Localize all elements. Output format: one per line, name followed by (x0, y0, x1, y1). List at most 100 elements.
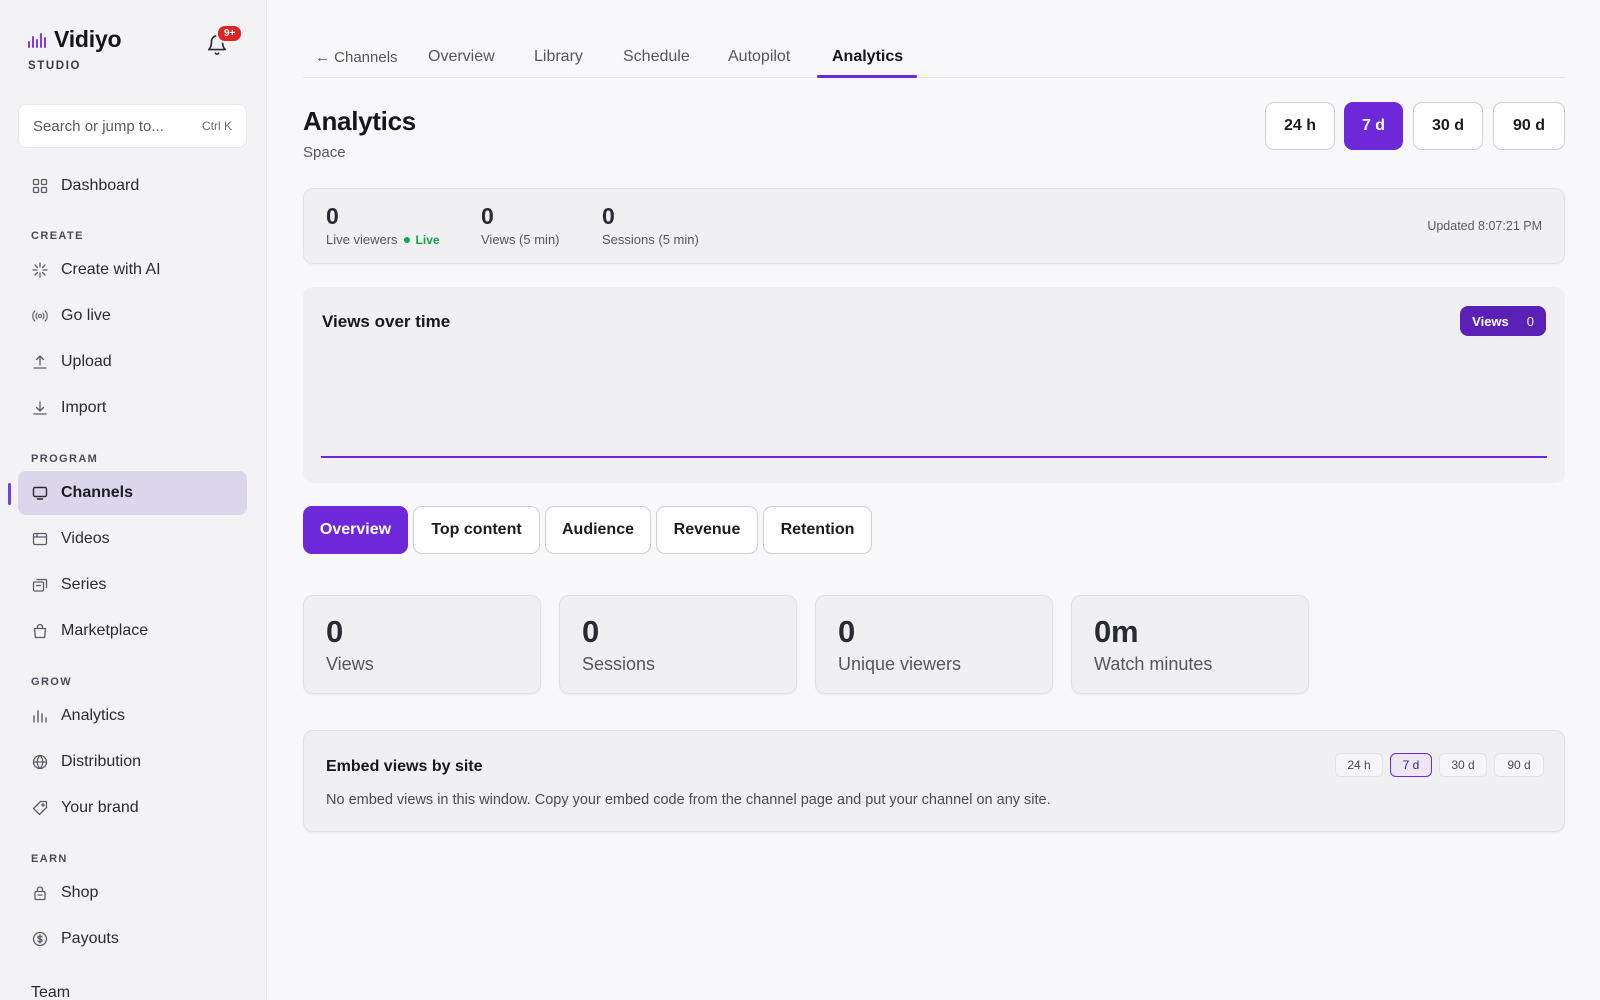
tab-schedule[interactable]: Schedule (623, 48, 690, 66)
tag-icon (32, 800, 48, 816)
sidebar-item-series[interactable]: Series (18, 563, 247, 607)
bar-chart-icon (32, 708, 48, 724)
kpi-value: 0m (1094, 614, 1139, 649)
range-90d-button[interactable]: 90 d (1493, 102, 1565, 150)
brand-name: Vidiyo (54, 26, 122, 52)
sidebar-item-payouts[interactable]: Payouts (18, 917, 247, 961)
views-over-time-card: Views over time Views 0 (303, 287, 1565, 483)
grid-icon (32, 178, 48, 194)
subtab-top-content[interactable]: Top content (413, 506, 540, 554)
sidebar-item-label: Shop (61, 884, 99, 901)
sidebar: Vidiyo STUDIO 9+ Search or jump to... Ct… (0, 0, 267, 1000)
live-viewers-label: Live viewers (326, 232, 398, 247)
kpi-unique-viewers: 0 Unique viewers (815, 595, 1053, 694)
kpi-sessions: 0 Sessions (559, 595, 797, 694)
sidebar-item-label: Series (61, 576, 107, 593)
kpi-watch-minutes: 0m Watch minutes (1071, 595, 1309, 694)
series-count: 0 (1526, 313, 1534, 329)
sessions-5min-label: Sessions (5 min) (602, 232, 699, 247)
sidebar-item-upload[interactable]: Upload (18, 340, 247, 384)
kpi-value: 0 (326, 614, 343, 649)
chart-series-toggle[interactable]: Views 0 (1460, 306, 1546, 336)
section-label-create: CREATE (31, 230, 84, 242)
download-icon (32, 400, 48, 416)
live-status: Live (415, 232, 440, 247)
sidebar-item-channels[interactable]: Channels (18, 471, 247, 515)
views-5min-value: 0 (481, 203, 494, 229)
film-icon (32, 531, 48, 547)
range-30d-button[interactable]: 30 d (1413, 102, 1483, 150)
stack-icon (32, 577, 48, 593)
sparkle-icon (32, 262, 48, 278)
sidebar-item-team[interactable]: Team (18, 971, 247, 1000)
sidebar-item-your-brand[interactable]: Your brand (18, 786, 247, 830)
sidebar-item-label: Videos (61, 530, 110, 547)
back-to-channels-link[interactable]: ← Channels (315, 49, 398, 66)
embed-range-7d[interactable]: 7 d (1390, 753, 1432, 777)
sidebar-item-label: Distribution (61, 753, 142, 770)
subtab-audience[interactable]: Audience (545, 506, 651, 554)
tab-analytics[interactable]: Analytics (832, 48, 903, 66)
kpi-label: Views (326, 654, 374, 674)
sidebar-item-label: Marketplace (61, 622, 149, 639)
sidebar-item-go-live[interactable]: Go live (18, 294, 247, 338)
section-label-program: PROGRAM (31, 453, 99, 465)
embed-range-90d[interactable]: 90 d (1494, 753, 1544, 777)
sidebar-item-import[interactable]: Import (18, 386, 247, 430)
sidebar-item-analytics[interactable]: Analytics (18, 694, 247, 738)
tab-autopilot[interactable]: Autopilot (728, 48, 790, 66)
embed-empty-message: No embed views in this window. Copy your… (326, 792, 1051, 808)
live-stats-card: 0 Live viewers Live 0 Views (5 min) 0 Se… (303, 188, 1565, 264)
bag-icon (32, 623, 48, 639)
live-viewers-value: 0 (326, 203, 339, 229)
views-5min-label: Views (5 min) (481, 232, 560, 247)
kpi-views: 0 Views (303, 595, 541, 694)
embed-range-30d[interactable]: 30 d (1439, 753, 1487, 777)
page-title: Analytics (303, 106, 416, 136)
brand-subtitle: STUDIO (28, 60, 82, 72)
sidebar-item-label: Import (61, 399, 107, 416)
chart-title: Views over time (322, 312, 451, 331)
globe-icon (32, 754, 48, 770)
sidebar-item-videos[interactable]: Videos (18, 517, 247, 561)
page-subtitle: Space (303, 144, 346, 161)
sidebar-item-label: Go live (61, 307, 111, 324)
section-label-earn: EARN (31, 853, 68, 865)
sidebar-item-shop[interactable]: Shop (18, 871, 247, 915)
brand[interactable]: Vidiyo (28, 26, 122, 53)
section-label-grow: GROW (31, 676, 73, 688)
range-7d-button[interactable]: 7 d (1344, 102, 1403, 150)
search-input[interactable]: Search or jump to... Ctrl K (18, 104, 247, 148)
brand-logo-icon (28, 32, 46, 48)
live-dot-icon (403, 236, 410, 243)
sidebar-item-dashboard[interactable]: Dashboard (18, 164, 247, 208)
sidebar-item-label: Payouts (61, 930, 119, 947)
views-line-chart (321, 456, 1547, 458)
kpi-value: 0 (582, 614, 599, 649)
active-tab-underline (817, 75, 917, 78)
subtab-overview[interactable]: Overview (303, 506, 408, 554)
embed-range-24h[interactable]: 24 h (1335, 753, 1383, 777)
dollar-circle-icon (32, 931, 48, 947)
sidebar-item-create-with-ai[interactable]: Create with AI (18, 248, 247, 292)
lock-bag-icon (32, 885, 48, 901)
subtab-retention[interactable]: Retention (763, 506, 872, 554)
embed-title: Embed views by site (326, 758, 483, 775)
subtab-revenue[interactable]: Revenue (656, 506, 758, 554)
tab-overview[interactable]: Overview (428, 48, 495, 66)
active-indicator (8, 483, 11, 505)
sidebar-item-marketplace[interactable]: Marketplace (18, 609, 247, 653)
views-5min-stat: 0 Views (5 min) (481, 203, 560, 247)
sidebar-item-distribution[interactable]: Distribution (18, 740, 247, 784)
sidebar-item-label: Team (31, 984, 71, 1000)
updated-timestamp: Updated 8:07:21 PM (1427, 219, 1542, 233)
sidebar-item-label: Dashboard (61, 177, 140, 194)
upload-icon (32, 354, 48, 370)
kpi-label: Unique viewers (838, 654, 962, 674)
range-24h-button[interactable]: 24 h (1265, 102, 1335, 150)
sessions-5min-value: 0 (602, 203, 615, 229)
kpi-value: 0 (838, 614, 855, 649)
tab-library[interactable]: Library (534, 48, 583, 66)
kpi-label: Sessions (582, 654, 656, 674)
sidebar-item-label: Analytics (61, 707, 126, 724)
